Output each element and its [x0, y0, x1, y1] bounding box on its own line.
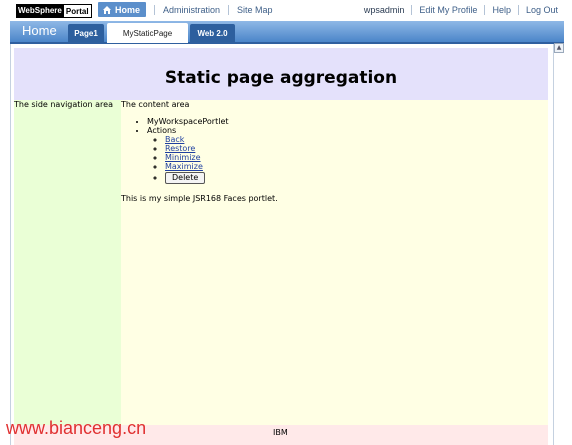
- side-navigation-area: The side navigation area: [14, 100, 121, 425]
- top-navigation: Home Administration Site Map: [98, 2, 273, 17]
- user-bar: wpsadmin Edit My Profile Help Log Out: [364, 2, 558, 17]
- list-item: Delete: [165, 172, 229, 184]
- tab-web-2-0[interactable]: Web 2.0: [190, 24, 235, 42]
- logo-portal-text: Portal: [63, 4, 92, 18]
- tab-label: MyStaticPage: [122, 28, 173, 38]
- list-item: Actions Back Restore Minimize Maximize D…: [147, 126, 229, 184]
- restore-link[interactable]: Restore: [165, 144, 195, 153]
- list-item: Restore: [165, 144, 229, 153]
- tab-label: Page1: [74, 28, 98, 38]
- list-item: Minimize: [165, 153, 229, 162]
- content-area: The content area MyWorkspacePortlet Acti…: [121, 100, 548, 425]
- logout-link[interactable]: Log Out: [526, 5, 558, 15]
- maximize-link[interactable]: Maximize: [165, 162, 203, 171]
- portlet-name: MyWorkspacePortlet: [147, 117, 229, 126]
- house-icon: [103, 5, 111, 14]
- list-item: Maximize: [165, 162, 229, 171]
- actions-label: Actions: [147, 126, 177, 135]
- site-map-link[interactable]: Site Map: [237, 5, 273, 15]
- page-title: Static page aggregation: [164, 68, 398, 88]
- user-divider: [517, 4, 519, 15]
- site-home-title[interactable]: Home: [22, 23, 57, 38]
- portlet-list: MyWorkspacePortlet Actions Back Restore …: [137, 117, 229, 184]
- tab-label: Web 2.0: [197, 28, 228, 38]
- user-divider: [484, 4, 486, 15]
- portlet-body-text: This is my simple JSR168 Faces portlet.: [121, 194, 278, 203]
- help-link[interactable]: Help: [492, 5, 511, 15]
- footer-ibm-text: IBM: [273, 428, 288, 437]
- home-nav-button[interactable]: Home: [98, 2, 147, 17]
- websphere-portal-logo: WebSphere Portal: [16, 4, 92, 18]
- administration-link[interactable]: Administration: [163, 5, 220, 15]
- page-tab-banner: Home Page1 MyStaticPage Web 2.0: [10, 21, 564, 44]
- list-item: Back: [165, 135, 229, 144]
- nav-divider: [228, 4, 230, 15]
- watermark-text: www.bianceng.cn: [6, 418, 147, 438]
- side-navigation-label: The side navigation area: [14, 100, 113, 109]
- delete-button[interactable]: Delete: [165, 172, 206, 184]
- actions-list: Back Restore Minimize Maximize Delete: [147, 135, 229, 184]
- list-item: MyWorkspacePortlet: [147, 117, 229, 126]
- home-nav-label: Home: [115, 4, 141, 15]
- back-link[interactable]: Back: [165, 135, 184, 144]
- username-label: wpsadmin: [363, 4, 405, 15]
- edit-profile-link[interactable]: Edit My Profile: [419, 5, 477, 15]
- tab-page1[interactable]: Page1: [68, 24, 104, 42]
- logo-websphere-text: WebSphere: [16, 4, 64, 18]
- user-divider: [411, 4, 413, 15]
- tab-mystaticpage[interactable]: MyStaticPage: [107, 23, 188, 43]
- nav-divider: [154, 4, 156, 15]
- scroll-up-arrow-icon[interactable]: ▲: [554, 43, 564, 53]
- content-area-label: The content area: [121, 100, 190, 109]
- header-area: Static page aggregation: [14, 48, 548, 100]
- top-utility-bar: WebSphere Portal Home Administration Sit…: [0, 0, 572, 20]
- minimize-link[interactable]: Minimize: [165, 153, 201, 162]
